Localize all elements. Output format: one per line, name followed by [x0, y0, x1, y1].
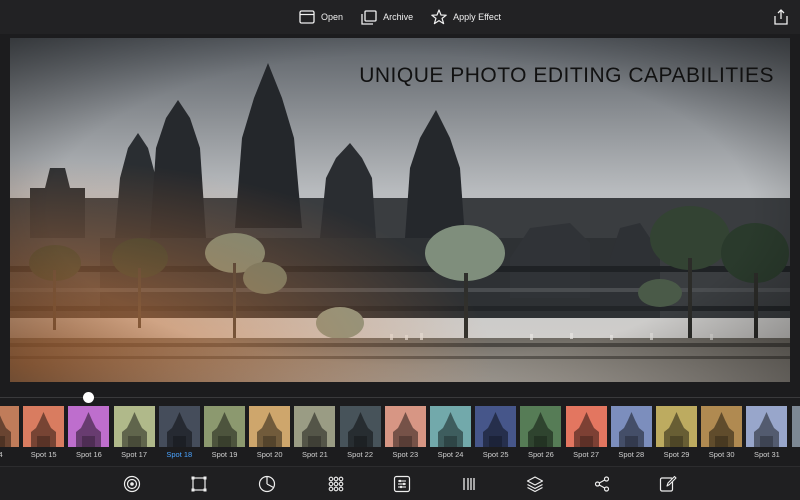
star-icon	[431, 9, 447, 25]
sliders-icon	[393, 475, 411, 493]
layers-tool-button[interactable]	[526, 475, 544, 493]
effect-preview-image	[384, 406, 426, 447]
effect-preview-image	[565, 406, 607, 447]
effect-label: Spot 17	[121, 450, 148, 459]
archive-button[interactable]: Archive	[361, 9, 414, 25]
effect-label: Spot 22	[347, 450, 374, 459]
layers-icon	[526, 476, 544, 493]
effect-label: Spot 15	[30, 450, 57, 459]
effect-thumbnail[interactable]: Spot 15	[23, 406, 65, 459]
effect-preview-image	[204, 406, 245, 447]
intensity-slider-track[interactable]	[0, 397, 800, 398]
bottom-toolbar	[0, 466, 800, 500]
effect-thumbnail[interactable]: Spot 29	[656, 406, 697, 459]
open-button[interactable]: Open	[299, 10, 343, 24]
overlay-title: UNIQUE PHOTO EDITING CAPABILITIES	[359, 64, 774, 87]
open-label: Open	[321, 12, 344, 22]
effect-preview-image	[475, 406, 517, 447]
share-nodes-icon	[594, 476, 610, 492]
effect-label: Spot 23	[392, 450, 419, 459]
effect-thumbnail[interactable]: Spot 17	[113, 406, 155, 459]
archive-icon	[361, 9, 377, 25]
edit-tool-button[interactable]	[659, 475, 677, 493]
folder-icon	[299, 10, 315, 24]
share-nodes-tool-button[interactable]	[593, 475, 611, 493]
effect-preview-image	[158, 406, 200, 447]
effect-label: Spot 19	[211, 450, 238, 459]
effect-thumbnail[interactable]: Spot 20	[249, 406, 291, 459]
crop-tool-button[interactable]	[190, 475, 208, 493]
effect-thumbnail[interactable]: Spot 24	[430, 406, 471, 459]
effect-label: Spot 20	[256, 450, 283, 459]
effect-label: Spot 16	[75, 450, 102, 459]
vignette-icon	[123, 475, 141, 493]
effect-label: Spot 27	[573, 450, 600, 459]
effect-thumbnail[interactable]: Spot 26	[520, 406, 562, 459]
effect-thumbnail[interactable]: Spot 22	[339, 406, 381, 459]
effect-preview-image	[701, 406, 743, 447]
vignette-tool-button[interactable]	[123, 475, 141, 493]
adjust-pie-icon	[258, 475, 276, 493]
effect-preview-image	[746, 406, 788, 447]
bars-icon	[463, 478, 475, 490]
effect-label: Spot 26	[527, 450, 554, 459]
effect-label: 14	[0, 450, 3, 459]
effect-label: Spot 28	[618, 450, 645, 459]
photo-canvas[interactable]: UNIQUE PHOTO EDITING CAPABILITIES	[10, 38, 790, 382]
effect-thumbnail[interactable]: Spot 27	[565, 406, 607, 459]
effect-thumbnail[interactable]: Spot 30	[701, 406, 743, 459]
effect-preview-image	[294, 406, 336, 447]
adjust-tool-button[interactable]	[258, 475, 276, 493]
effect-preview-image	[430, 406, 471, 447]
effect-thumbnail[interactable]: Spot 23	[384, 406, 426, 459]
effect-label: Spot 25	[482, 450, 509, 459]
effect-thumbnail[interactable]: Spot 21	[294, 406, 336, 459]
intensity-slider-knob[interactable]	[83, 392, 94, 403]
effect-label: Spot 18	[166, 450, 193, 459]
effect-thumbnail[interactable]: Spot 28	[610, 406, 652, 459]
levels-tool-button[interactable]	[460, 475, 478, 493]
effect-thumbnail[interactable]: Spot 19	[204, 406, 245, 459]
top-toolbar: Open Archive Apply Effect	[0, 0, 800, 34]
effect-preview-image	[68, 406, 110, 447]
effect-label: Spot 29	[663, 450, 690, 459]
effect-preview-image	[610, 406, 652, 447]
temple-photo	[10, 38, 790, 382]
effect-preview-image	[0, 406, 19, 447]
share-icon	[774, 9, 788, 25]
effect-label: Spot 24	[437, 450, 464, 459]
effect-label: Spot 21	[301, 450, 328, 459]
effect-thumbnail[interactable]: Spot 18	[158, 406, 200, 459]
top-actions: Open Archive Apply Effect	[0, 0, 800, 34]
effect-preview-image	[249, 406, 291, 447]
filters-tool-button[interactable]	[327, 475, 345, 493]
archive-label: Archive	[383, 12, 414, 22]
effect-thumbnail[interactable]	[791, 406, 800, 450]
effect-preview-image	[113, 406, 155, 447]
share-button[interactable]	[772, 8, 790, 26]
effect-thumbnail[interactable]: Spot 25	[475, 406, 517, 459]
effect-label: Spot 31	[753, 450, 780, 459]
apply-effect-label: Apply Effect	[453, 12, 501, 22]
effects-filmstrip[interactable]: 14 Spot 15 Spot 16 Spot 17 Spot 18 Spot 19 Spo…	[0, 406, 800, 462]
edit-icon	[659, 475, 677, 492]
effect-thumbnail[interactable]: 14	[0, 406, 19, 459]
effect-preview-image	[339, 406, 381, 447]
crop-icon	[191, 476, 207, 492]
effect-thumbnail[interactable]: Spot 16	[68, 406, 110, 459]
effect-thumbnail[interactable]: Spot 31	[746, 406, 788, 459]
effect-preview-image	[520, 406, 562, 447]
grid-dots-icon	[328, 476, 344, 492]
apply-effect-button[interactable]: Apply Effect	[431, 9, 501, 25]
effect-preview-image	[23, 406, 65, 447]
effect-preview-image	[656, 406, 697, 447]
effect-preview-image	[791, 406, 800, 447]
effect-label: Spot 30	[708, 450, 735, 459]
settings-tool-button[interactable]	[393, 475, 411, 493]
